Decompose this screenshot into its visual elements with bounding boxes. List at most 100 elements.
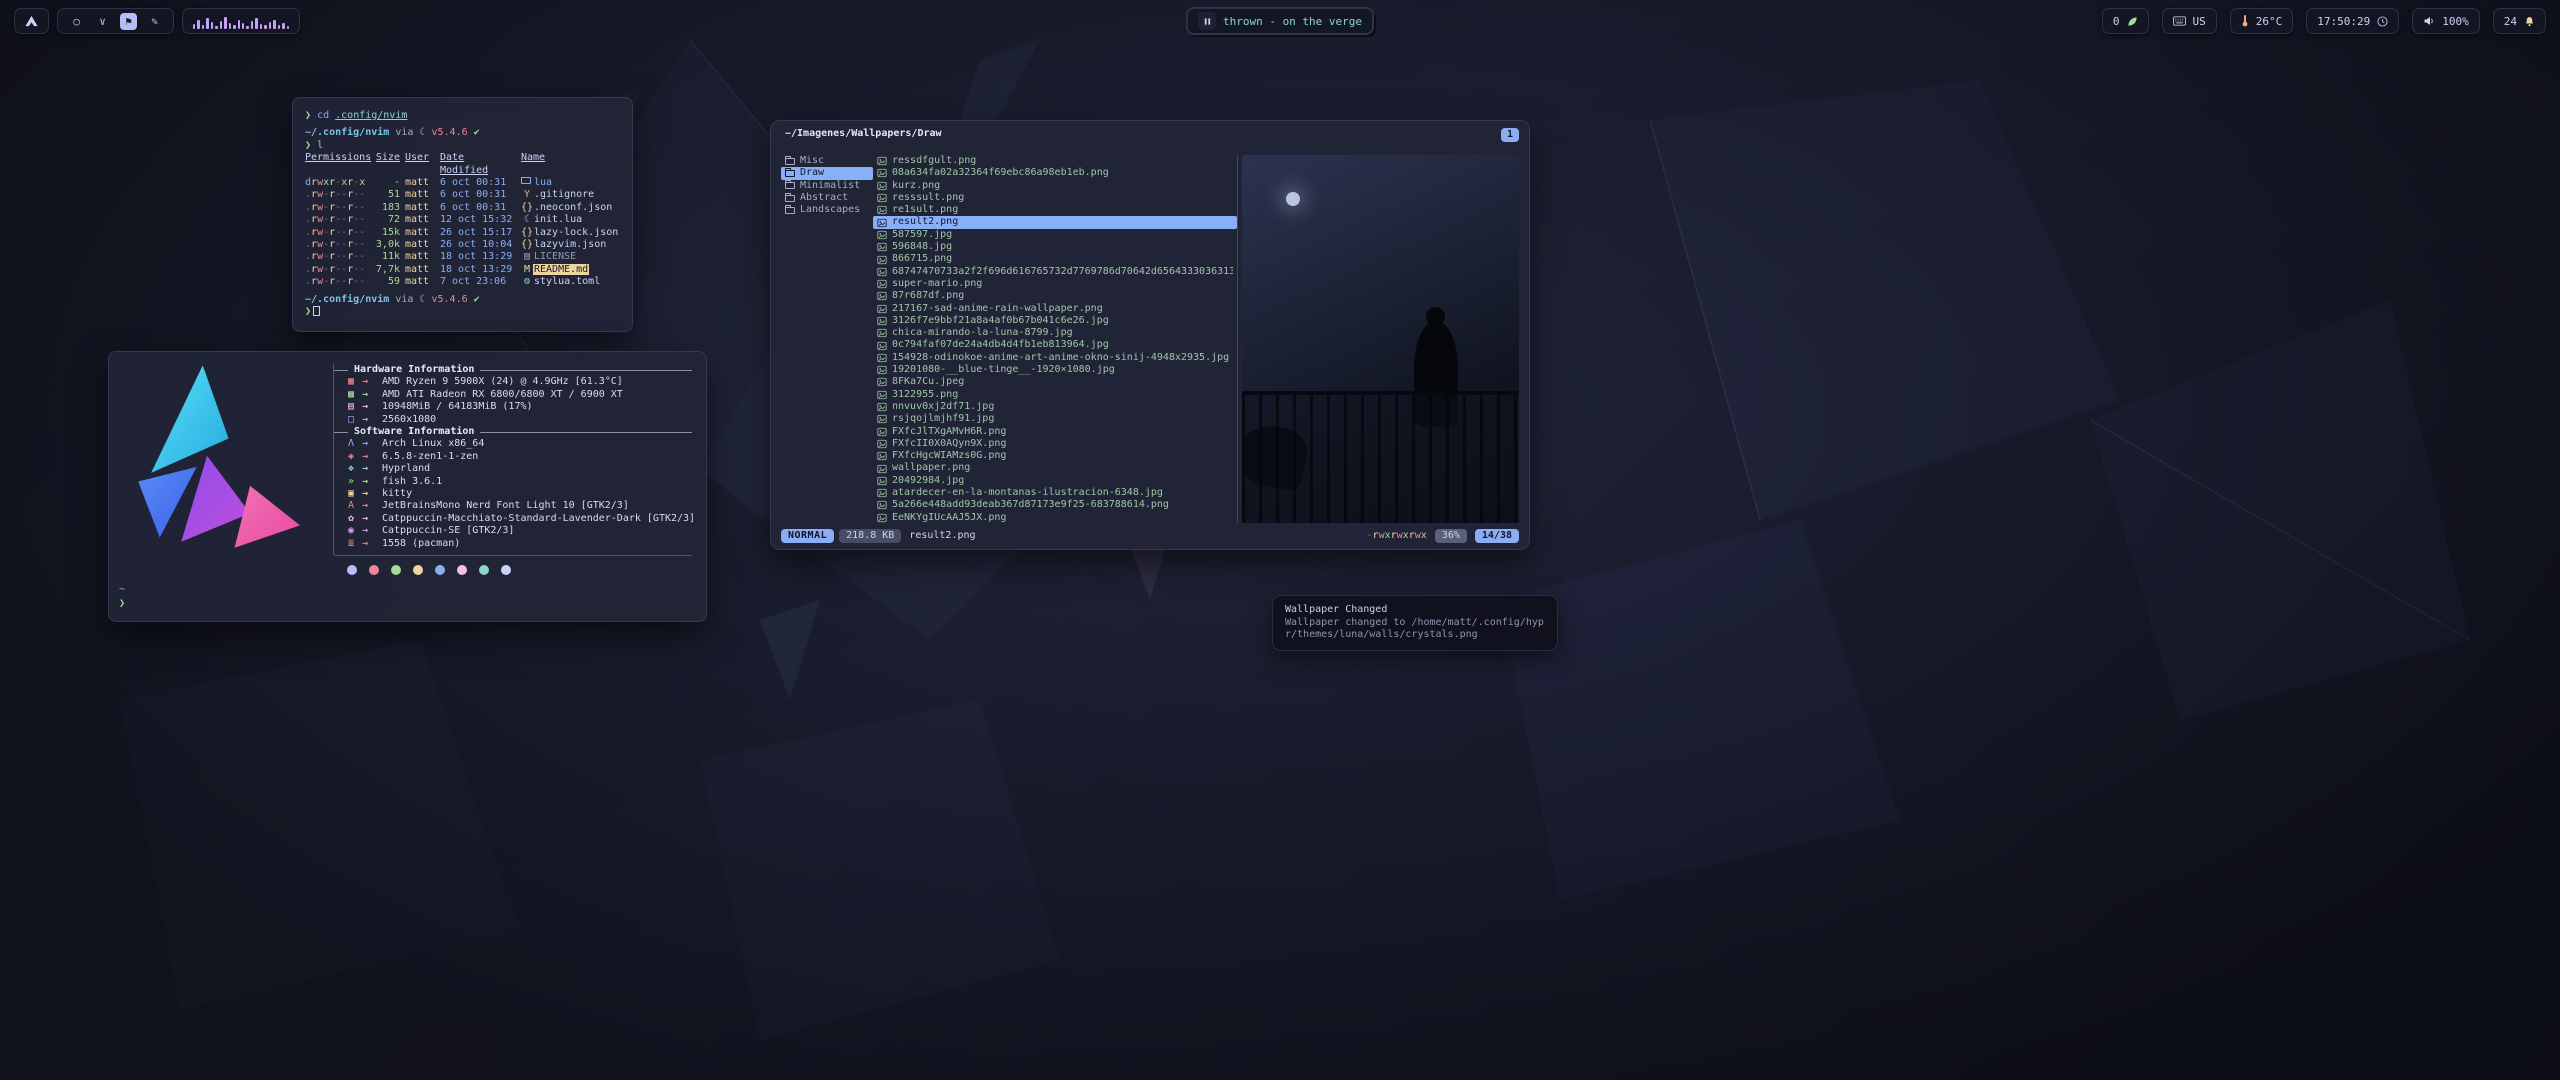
image-file-icon — [877, 168, 887, 178]
file-name: 217167-sad-anime-rain-wallpaper.png — [892, 303, 1103, 315]
file-item[interactable]: wallpaper.png — [873, 462, 1237, 474]
file-item[interactable]: FXfcII0X0AQyn9X.png — [873, 438, 1237, 450]
folder-name: Draw — [800, 167, 824, 179]
workspace-button[interactable]: ∨ — [94, 13, 111, 30]
check-icon: ✔ — [474, 127, 480, 138]
visualizer-bar — [215, 26, 217, 29]
file-item[interactable]: 5a266e448add93deab367d87173e9f25-6837886… — [873, 499, 1237, 511]
info-value: 2560x1080 — [382, 414, 692, 426]
sidebar-folder-item[interactable]: Misc — [781, 155, 873, 167]
image-file-icon — [877, 414, 887, 424]
file-item[interactable]: EeNKYgIUcAAJ5JX.png — [873, 512, 1237, 523]
folder-icon — [785, 158, 795, 165]
image-file-icon — [877, 255, 887, 265]
file-item[interactable]: 19201080-__blue-tinge__-1920×1080.jpg — [873, 364, 1237, 376]
sidebar-folder-item[interactable]: Abstract — [781, 192, 873, 204]
file-item[interactable]: FXfcJlTXgAMvH6R.png — [873, 426, 1237, 438]
pause-icon — [1198, 12, 1216, 30]
file-item[interactable]: 154928-odinokoe-anime-art-anime-okno-sin… — [873, 352, 1237, 364]
image-file-icon — [877, 500, 887, 510]
workspace-button[interactable]: ✎ — [146, 13, 163, 30]
cwd-line: ~/.config/nvim via ☾ v5.4.6 ✔ — [305, 294, 620, 306]
preview-railing — [1242, 391, 1519, 523]
file-name: 19201080-__blue-tinge__-1920×1080.jpg — [892, 364, 1115, 376]
image-file-icon — [877, 193, 887, 203]
info-icon: □ — [344, 414, 358, 426]
file-type-icon: {} — [521, 202, 533, 214]
notifications-module[interactable]: 24 — [2493, 8, 2546, 34]
volume-module[interactable]: 100% — [2412, 8, 2480, 34]
updates-module[interactable]: 0 — [2102, 8, 2149, 34]
info-value: Catppuccin-SE [GTK2/3] — [382, 525, 692, 537]
prompt-char[interactable]: ❯ — [119, 598, 125, 609]
folder-name: Abstract — [800, 192, 848, 204]
file-item[interactable]: 20492984.jpg — [873, 475, 1237, 487]
file-item[interactable]: 866715.png — [873, 253, 1237, 265]
file-item[interactable]: result2.png — [873, 216, 1237, 228]
file-item[interactable]: 3122955.png — [873, 389, 1237, 401]
file-item[interactable]: FXfcHgcWIAMzs0G.png — [873, 450, 1237, 462]
software-section: Software Information Λ → Arch Linux x86_… — [333, 426, 692, 556]
file-item[interactable]: 596848.jpg — [873, 241, 1237, 253]
sidebar-folder-item[interactable]: Minimalist — [781, 180, 873, 192]
visualizer-bar — [193, 24, 195, 29]
visualizer-bar — [238, 20, 240, 29]
image-file-icon — [877, 156, 887, 166]
keyboard-layout-module[interactable]: US — [2162, 8, 2217, 34]
file-item[interactable]: 0c794faf07de24a4db4d4fb1eb813964.jpg — [873, 339, 1237, 351]
command-line: ❯ l — [305, 140, 620, 152]
temperature-module[interactable]: 26°C — [2230, 8, 2294, 34]
info-icon: A — [344, 500, 358, 512]
list-position-badge: 14/38 — [1475, 529, 1519, 543]
file-item[interactable]: kurz.png — [873, 180, 1237, 192]
image-file-icon — [877, 181, 887, 191]
cwd-line: ~/.config/nvim via ☾ v5.4.6 ✔ — [305, 127, 620, 139]
file-item[interactable]: 587597.jpg — [873, 229, 1237, 241]
file-item[interactable]: super-mario.png — [873, 278, 1237, 290]
notification-toast[interactable]: Wallpaper Changed Wallpaper changed to /… — [1272, 595, 1558, 651]
file-item[interactable]: 08a634fa02a32364f69ebc86a98eb1eb.png — [873, 167, 1237, 179]
file-manager-window[interactable]: ~/Imagenes/Wallpapers/Draw 1 Misc Draw M… — [770, 120, 1530, 550]
palette-dot — [501, 565, 511, 575]
file-name: nnvuv0xj2df71.jpg — [892, 401, 994, 413]
workspace-button[interactable]: ○ — [68, 13, 85, 30]
launcher-button[interactable] — [14, 8, 49, 34]
file-item[interactable]: ressdfgult.png — [873, 155, 1237, 167]
file-name: LICENSE — [533, 251, 577, 262]
image-file-icon — [877, 451, 887, 461]
media-player-module[interactable]: thrown - on the verge — [1187, 8, 1373, 34]
info-row: ▤ → 10948MiB / 64183MiB (17%) — [344, 401, 692, 413]
palette-dot — [391, 565, 401, 575]
clock-module[interactable]: 17:50:29 — [2306, 8, 2399, 34]
check-icon: ✔ — [474, 294, 480, 305]
file-item[interactable]: 3126f7e9bbf21a8a4af0b67b041c6e26.jpg — [873, 315, 1237, 327]
info-row: □ → 2560x1080 — [344, 414, 692, 426]
file-item[interactable]: 87r687df.png — [873, 290, 1237, 302]
workspace-button[interactable]: ⚑ — [120, 13, 137, 30]
image-file-icon — [877, 267, 887, 277]
visualizer-bar — [202, 25, 204, 29]
prompt-line[interactable]: ❯ — [305, 306, 620, 318]
file-item[interactable]: rsjqojlmjhf91.jpg — [873, 413, 1237, 425]
file-item[interactable]: 68747470733a2f2f696d616765732d7769786d70… — [873, 266, 1237, 278]
visualizer-bar — [233, 25, 235, 29]
file-item[interactable]: resssult.png — [873, 192, 1237, 204]
visualizer-bar — [282, 23, 284, 29]
file-item[interactable]: 8FKa7Cu.jpeg — [873, 376, 1237, 388]
visualizer-bar — [260, 24, 262, 29]
file-name: super-mario.png — [892, 278, 982, 290]
file-item[interactable]: nnvuv0xj2df71.jpg — [873, 401, 1237, 413]
file-item[interactable]: chica-mirando-la-luna-8799.jpg — [873, 327, 1237, 339]
sidebar-folder-item[interactable]: Draw — [781, 167, 873, 179]
sidebar-folder-item[interactable]: Landscapes — [781, 204, 873, 216]
image-file-icon — [877, 353, 887, 363]
tab-badge[interactable]: 1 — [1501, 128, 1519, 142]
fetch-terminal-window[interactable]: Hardware Information ▦ → AMD Ryzen 9 590… — [108, 351, 707, 622]
image-file-icon — [877, 476, 887, 486]
file-item[interactable]: re1sult.png — [873, 204, 1237, 216]
file-item[interactable]: atardecer-en-la-montanas-ilustracion-634… — [873, 487, 1237, 499]
file-item[interactable]: 217167-sad-anime-rain-wallpaper.png — [873, 303, 1237, 315]
file-name: lazy-lock.json — [533, 227, 619, 238]
terminal-window[interactable]: ❯ cd .config/nvim ~/.config/nvim via ☾ v… — [292, 97, 633, 332]
info-row: ▣ → kitty — [344, 488, 692, 500]
